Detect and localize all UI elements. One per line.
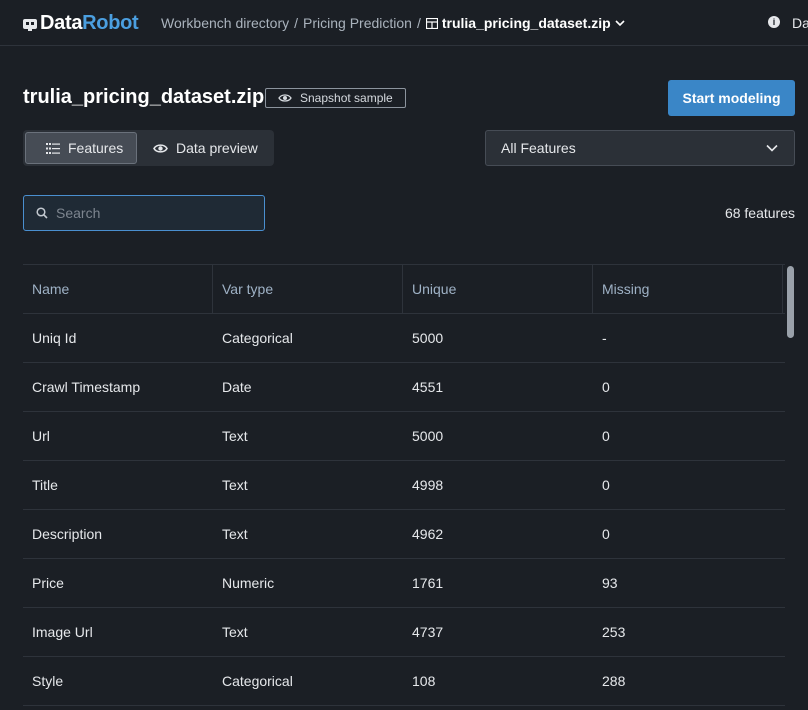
table-row[interactable]: Price Numeric 1761 93	[23, 559, 785, 608]
table-row[interactable]: Description Text 4962 0	[23, 510, 785, 559]
scrollbar-thumb[interactable]	[787, 266, 794, 338]
dataset-table-icon	[425, 17, 438, 29]
tab-features-label: Features	[68, 140, 124, 156]
cell-feature-name: Image Url	[32, 624, 93, 640]
chevron-down-icon	[766, 144, 778, 152]
eye-icon	[278, 94, 292, 102]
eye-icon	[153, 143, 168, 153]
table-row[interactable]: Uniq Id Categorical 5000 -	[23, 314, 785, 363]
table-row[interactable]: Style Categorical 108 288	[23, 657, 785, 706]
start-modeling-button[interactable]: Start modeling	[668, 80, 795, 116]
breadcrumb-dataset-label: trulia_pricing_dataset.zip	[441, 15, 611, 31]
breadcrumb-dataset-dropdown[interactable]: trulia_pricing_dataset.zip	[425, 15, 625, 31]
cell-unique-count: 1761	[412, 575, 444, 591]
table-body: Uniq Id Categorical 5000 - Crawl Timestamp Da…	[23, 314, 785, 706]
cell-missing-count: 0	[602, 477, 610, 493]
cell-unique-count: 4551	[412, 379, 444, 395]
cell-unique-count: 5000	[412, 330, 444, 346]
cell-missing-count: 93	[602, 575, 618, 591]
cell-missing-count: 253	[602, 624, 626, 640]
breadcrumb-pricing-prediction[interactable]: Pricing Prediction	[303, 15, 412, 31]
cell-unique-count: 4962	[412, 526, 444, 542]
search-icon	[36, 207, 48, 219]
cell-unique-count: 4998	[412, 477, 444, 493]
table-header-row: Name Var type Unique Missing	[23, 265, 785, 314]
table-row[interactable]: Image Url Text 4737 253	[23, 608, 785, 657]
robot-icon	[23, 18, 37, 31]
column-header-var-type[interactable]: Var type	[213, 265, 403, 313]
logo-text: DataRobot	[40, 12, 139, 34]
cell-feature-name: Uniq Id	[32, 330, 77, 346]
cell-missing-count: 288	[602, 673, 626, 689]
search-field	[23, 195, 265, 231]
cell-feature-name: Url	[32, 428, 50, 444]
cell-feature-name: Description	[32, 526, 103, 542]
breadcrumb-separator: /	[294, 15, 299, 31]
cell-missing-count: 0	[602, 379, 610, 395]
user-menu[interactable]: Da	[792, 15, 808, 31]
cell-missing-count: 0	[602, 526, 610, 542]
info-icon[interactable]: i	[768, 16, 780, 28]
cell-missing-count: 0	[602, 428, 610, 444]
cell-var-type: Text	[222, 477, 248, 493]
cell-unique-count: 4737	[412, 624, 444, 640]
tab-data-preview[interactable]: Data preview	[137, 132, 272, 164]
features-list-icon	[46, 142, 60, 154]
table-row[interactable]: Url Text 5000 0	[23, 412, 785, 461]
table-row[interactable]: Crawl Timestamp Date 4551 0	[23, 363, 785, 412]
feature-list-selected-value: All Features	[501, 140, 576, 156]
table-row[interactable]: Title Text 4998 0	[23, 461, 785, 510]
cell-unique-count: 5000	[412, 428, 444, 444]
cell-var-type: Text	[222, 624, 248, 640]
features-table: Name Var type Unique Missing Uniq Id Cate…	[23, 264, 785, 710]
cell-var-type: Text	[222, 428, 248, 444]
chevron-down-icon	[615, 20, 625, 27]
cell-var-type: Categorical	[222, 330, 293, 346]
tab-data-preview-label: Data preview	[176, 140, 258, 156]
tab-features[interactable]: Features	[25, 132, 137, 164]
breadcrumb: Workbench directory / Pricing Prediction…	[161, 15, 625, 31]
cell-feature-name: Price	[32, 575, 64, 591]
cell-var-type: Numeric	[222, 575, 275, 591]
breadcrumb-separator: /	[416, 15, 421, 31]
cell-unique-count: 108	[412, 673, 436, 689]
cell-feature-name: Title	[32, 477, 58, 493]
snapshot-badge: Snapshot sample	[265, 88, 406, 108]
table-scrollbar[interactable]	[787, 264, 795, 710]
column-header-name[interactable]: Name	[23, 265, 213, 313]
search-input[interactable]	[56, 205, 246, 221]
cell-feature-name: Crawl Timestamp	[32, 379, 141, 395]
feature-count: 68 features	[724, 205, 795, 221]
breadcrumb-workbench-directory[interactable]: Workbench directory	[161, 15, 289, 31]
cell-var-type: Categorical	[222, 673, 293, 689]
top-nav: DataRobot Workbench directory / Pricing …	[0, 0, 808, 46]
feature-list-select[interactable]: All Features	[485, 130, 795, 166]
datarobot-logo[interactable]: DataRobot	[22, 12, 139, 35]
cell-missing-count: -	[602, 330, 607, 346]
view-toggle: Features Data preview	[23, 130, 274, 166]
column-header-unique[interactable]: Unique	[403, 265, 593, 313]
page-title: trulia_pricing_dataset.zip	[23, 86, 265, 108]
snapshot-badge-label: Snapshot sample	[300, 91, 393, 105]
cell-feature-name: Style	[32, 673, 64, 689]
column-header-missing[interactable]: Missing	[593, 265, 783, 313]
cell-var-type: Text	[222, 526, 248, 542]
cell-var-type: Date	[222, 379, 252, 395]
